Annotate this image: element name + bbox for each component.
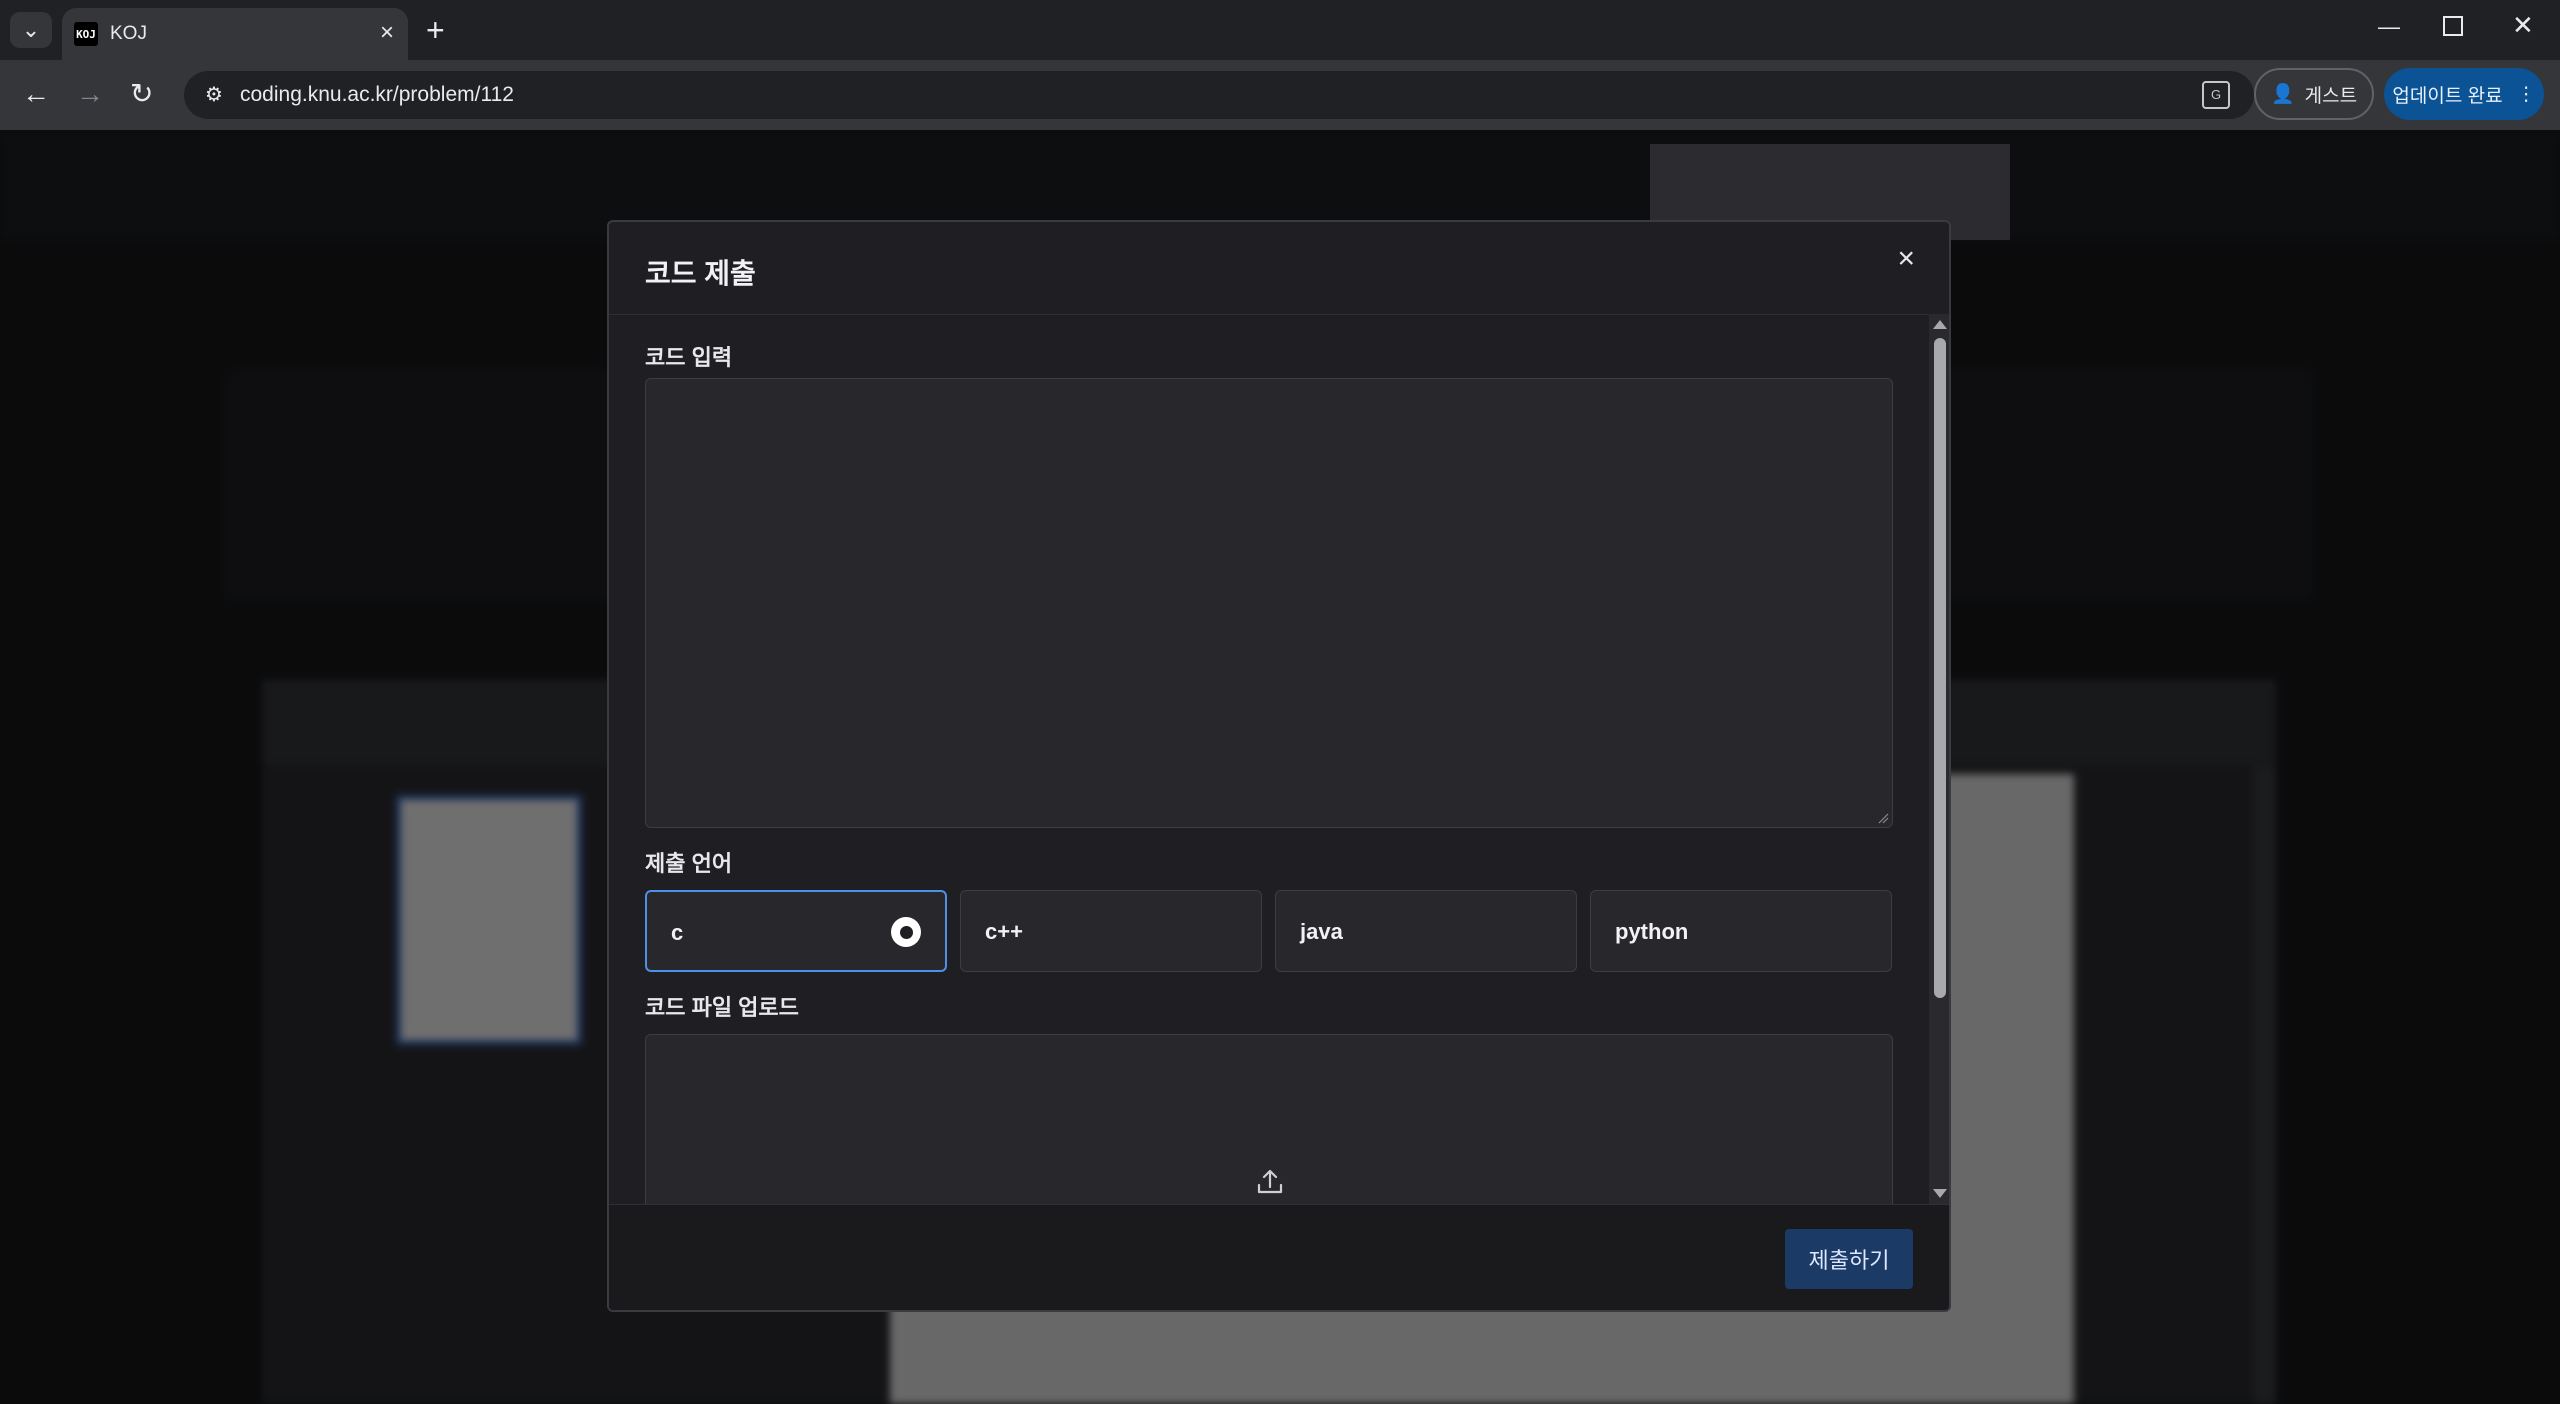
guest-label: 게스트 (2304, 85, 2358, 107)
guest-profile-button[interactable]: 👤 게스트 (2254, 68, 2374, 120)
site-info-icon[interactable]: ⚙ (198, 79, 230, 111)
browser-toolbar: ← → ↻ ⚙ coding.knu.ac.kr/problem/112 G 👤… (0, 60, 2560, 130)
favicon-icon: KOJ (74, 22, 98, 46)
new-tab-plus-icon[interactable]: + (426, 12, 445, 48)
modal-header: 코드 제출 × (609, 222, 1949, 315)
browser-tab[interactable]: KOJ KOJ × (62, 8, 408, 60)
language-option-c[interactable]: c (645, 890, 947, 972)
language-option-label: java (1300, 919, 1343, 944)
maximize-icon[interactable] (2443, 16, 2463, 36)
tab-close-icon[interactable]: × (380, 19, 394, 47)
update-button[interactable]: 업데이트 완료 ⋮ (2384, 68, 2544, 120)
modal-scrollbar[interactable] (1929, 314, 1949, 1204)
modal-title: 코드 제출 (645, 258, 756, 289)
code-input-label: 코드 입력 (645, 345, 733, 370)
window-close-icon[interactable]: ✕ (2512, 10, 2534, 41)
scroll-up-icon[interactable] (1933, 320, 1947, 329)
radio-selected-icon (891, 917, 921, 947)
file-upload-dropzone[interactable] (645, 1034, 1893, 1204)
translate-icon[interactable]: G (2202, 81, 2230, 109)
resize-grip-icon[interactable] (1877, 812, 1889, 824)
submit-code-modal: 코드 제출 × 코드 입력 제출 언어 c c++ java python 코드… (607, 220, 1951, 1312)
forward-arrow-icon[interactable]: → (76, 78, 104, 110)
back-arrow-icon[interactable]: ← (22, 78, 50, 110)
upload-label: 코드 파일 업로드 (645, 995, 799, 1020)
code-textarea[interactable] (645, 378, 1893, 828)
language-option-python[interactable]: python (1590, 890, 1892, 972)
language-option-label: python (1615, 919, 1689, 944)
reload-icon[interactable]: ↻ (130, 78, 153, 110)
language-option-label: c (671, 920, 684, 945)
language-label: 제출 언어 (645, 851, 733, 876)
language-option-label: c++ (985, 919, 1023, 944)
minimize-icon[interactable]: — (2378, 14, 2400, 40)
update-label: 업데이트 완료 (2392, 85, 2503, 107)
tab-search-chevron-down-icon[interactable]: ⌄ (10, 12, 52, 48)
language-option-cpp[interactable]: c++ (960, 890, 1262, 972)
more-vert-icon: ⋮ (2516, 83, 2536, 105)
address-bar[interactable]: ⚙ coding.knu.ac.kr/problem/112 G (184, 71, 2254, 119)
profile-icon: 👤 (2270, 84, 2295, 105)
modal-footer: 제출하기 (609, 1204, 1949, 1310)
submit-button[interactable]: 제출하기 (1785, 1229, 1913, 1289)
language-option-java[interactable]: java (1275, 890, 1577, 972)
close-icon[interactable]: × (1897, 244, 1915, 274)
scroll-down-icon[interactable] (1933, 1189, 1947, 1198)
tab-title: KOJ (110, 23, 147, 44)
url-text[interactable]: coding.knu.ac.kr/problem/112 (240, 83, 514, 107)
scrollbar-thumb[interactable] (1934, 338, 1946, 998)
upload-icon (1257, 1169, 1283, 1194)
modal-body[interactable]: 코드 입력 제출 언어 c c++ java python 코드 파일 업로드 (609, 314, 1949, 1204)
tab-strip: ⌄ KOJ KOJ × + — ✕ (0, 0, 2560, 60)
